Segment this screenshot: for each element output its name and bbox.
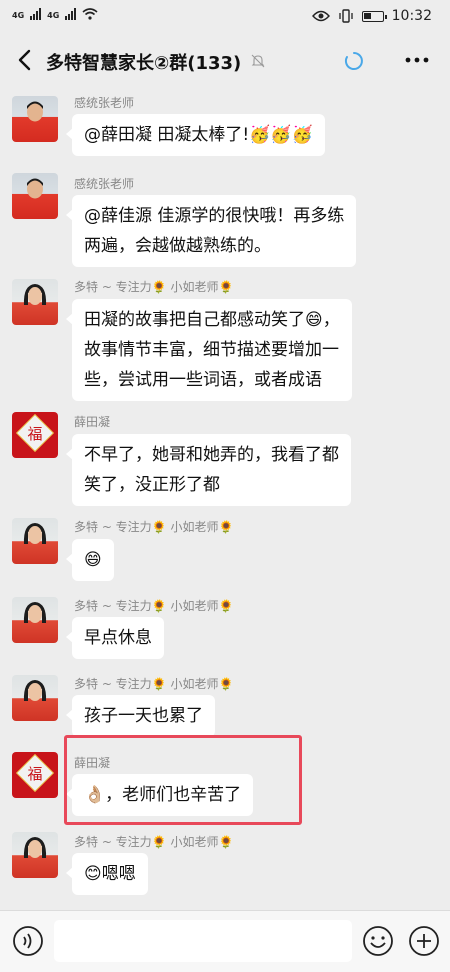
network-type-2: 4G xyxy=(47,11,60,20)
message-bubble[interactable]: 😄 xyxy=(66,539,114,581)
clock: 10:32 xyxy=(391,8,432,24)
message-line: 故事情节丰富，细节描述要增加一 xyxy=(84,340,339,360)
emoji-icon[interactable] xyxy=(362,925,394,957)
add-attachment-icon[interactable] xyxy=(408,925,440,957)
fu-glyph: 福 xyxy=(27,765,42,783)
message-bubble[interactable]: 😊嗯嗯 xyxy=(66,853,148,895)
signal-group: 4G 4G xyxy=(12,8,98,20)
chat-area[interactable]: 感统张老师 @薛田凝 田凝太棒了!🥳🥳🥳 感统张老师 @薛佳源 佳源学的很快哦！… xyxy=(0,88,450,910)
boy-avatar-icon xyxy=(27,101,43,122)
more-options-icon[interactable] xyxy=(404,50,430,70)
message-line: 😄 xyxy=(84,550,102,570)
voice-input-icon[interactable] xyxy=(12,925,44,957)
mute-bell-icon xyxy=(251,54,265,68)
message-line: 笑了，没正形了都 xyxy=(84,475,220,495)
message-bubble[interactable]: 田凝的故事把自己都感动笑了😄， 故事情节丰富，细节描述要增加一 些，尝试用一些词… xyxy=(66,299,352,401)
vibrate-icon xyxy=(338,9,353,23)
message-line: 😊嗯嗯 xyxy=(84,864,136,884)
avatar[interactable] xyxy=(12,279,58,325)
wifi-icon xyxy=(82,8,98,20)
sender-name: 薛田凝 xyxy=(74,415,111,429)
message-bubble[interactable]: @薛田凝 田凝太棒了!🥳🥳🥳 xyxy=(66,114,325,156)
status-right: 10:32 xyxy=(311,8,432,24)
girl-avatar-icon xyxy=(23,523,47,544)
sender-name: 多特 ~ 专注力🌻 小如老师🌻 xyxy=(74,677,234,691)
girl-avatar-icon xyxy=(23,837,47,858)
message-bubble[interactable]: 早点休息 xyxy=(66,617,164,659)
avatar[interactable] xyxy=(12,518,58,564)
fu-glyph: 福 xyxy=(27,425,42,443)
message-bubble[interactable]: 孩子一天也累了 xyxy=(66,695,215,737)
loading-circle-icon xyxy=(344,52,363,70)
sender-name: 多特 ~ 专注力🌻 小如老师🌻 xyxy=(74,280,234,294)
girl-avatar-icon xyxy=(23,284,47,305)
signal-icon-2 xyxy=(65,8,77,20)
eye-icon xyxy=(311,10,330,22)
avatar[interactable] xyxy=(12,597,58,643)
network-type-1: 4G xyxy=(12,11,25,20)
boy-avatar-icon xyxy=(27,178,43,199)
message-line: 些，尝试用一些词语，或者成语 xyxy=(84,370,322,390)
avatar[interactable] xyxy=(12,675,58,721)
back-arrow-icon[interactable] xyxy=(12,46,40,74)
message-line: @薛田凝 田凝太棒了!🥳🥳🥳 xyxy=(84,125,313,145)
message-line: @薛佳源 佳源学的很快哦！再多练 xyxy=(84,206,345,226)
girl-avatar-icon xyxy=(23,602,47,623)
avatar[interactable] xyxy=(12,96,58,142)
sender-name: 多特 ~ 专注力🌻 小如老师🌻 xyxy=(74,520,234,534)
avatar[interactable] xyxy=(12,173,58,219)
message-bubble[interactable]: @薛佳源 佳源学的很快哦！再多练 两遍，会越做越熟练的。 xyxy=(65,195,357,267)
girl-avatar-icon xyxy=(23,680,47,701)
sender-name: 多特 ~ 专注力🌻 小如老师🌻 xyxy=(74,835,234,849)
message-bubble[interactable]: 不早了，她哥和她弄的，我看了都 笑了，没正形了都 xyxy=(66,434,351,506)
signal-icon-1 xyxy=(30,8,42,20)
sender-name: 多特 ~ 专注力🌻 小如老师🌻 xyxy=(74,599,234,613)
avatar[interactable]: 福 xyxy=(12,752,58,798)
message-line: 不早了，她哥和她弄的，我看了都 xyxy=(84,445,339,465)
message-line: 两遍，会越做越熟练的。 xyxy=(84,236,271,256)
sender-name: 感统张老师 xyxy=(74,177,135,191)
title-bar: 多特智慧家长②群(133) xyxy=(0,34,450,88)
red-fu-avatar-icon: 福 xyxy=(15,413,55,453)
sender-name: 感统张老师 xyxy=(74,96,135,110)
message-line: 孩子一天也累了 xyxy=(84,706,203,726)
message-line: 早点休息 xyxy=(84,628,152,648)
input-bar xyxy=(0,910,450,972)
highlight-box xyxy=(64,735,302,825)
message-input[interactable] xyxy=(54,920,352,962)
avatar[interactable]: 福 xyxy=(12,412,58,458)
status-bar: 4G 4G 10:32 xyxy=(0,0,450,34)
message-line: 田凝的故事把自己都感动笑了😄， xyxy=(84,310,340,330)
battery-icon xyxy=(361,10,387,22)
avatar[interactable] xyxy=(12,832,58,878)
red-fu-avatar-icon: 福 xyxy=(15,753,55,793)
chat-title: 多特智慧家长②群(133) xyxy=(46,53,242,74)
